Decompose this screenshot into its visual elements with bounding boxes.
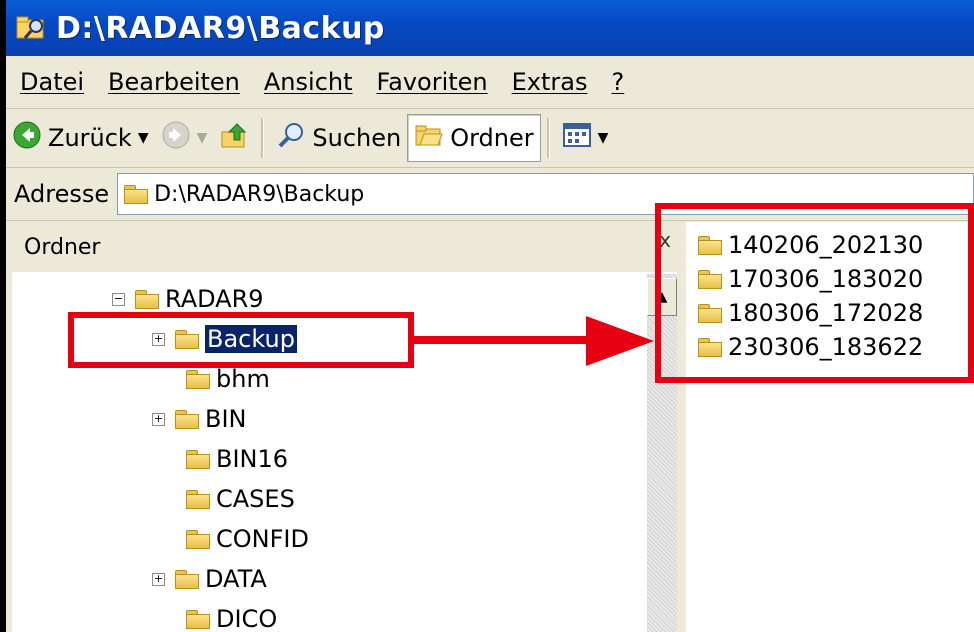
forward-button[interactable]: ▼ — [155, 115, 214, 161]
views-button[interactable]: ▼ — [556, 115, 615, 161]
tree-item-label: RADAR9 — [165, 285, 264, 313]
folder-icon — [175, 570, 199, 589]
search-label: Suchen — [312, 124, 402, 152]
folders-button[interactable]: Ordner — [407, 114, 541, 162]
highlight-box-backup — [68, 312, 414, 368]
toolbar-separator — [546, 118, 550, 158]
search-icon — [276, 120, 306, 156]
search-button[interactable]: Suchen — [270, 115, 407, 161]
window-title: D:\RADAR9\Backup — [56, 10, 385, 46]
expand-icon[interactable]: + — [152, 412, 165, 426]
folder-up-icon — [219, 120, 249, 156]
highlight-box-files — [655, 203, 974, 383]
folder-icon — [175, 410, 199, 429]
menu-bar: Datei Bearbeiten Ansicht Favoriten Extra… — [6, 56, 974, 109]
toolbar: Zurück ▼ ▼ Suchen Ordner ▼ — [6, 109, 974, 168]
folder-icon — [186, 370, 210, 389]
menu-favoriten[interactable]: Favoriten — [377, 68, 488, 96]
folder-icon — [186, 450, 210, 469]
tree-item-label: CASES — [216, 485, 295, 513]
tree-item-data[interactable]: + DATA — [152, 560, 267, 598]
back-arrow-icon — [12, 120, 42, 156]
arrow-right-icon — [586, 316, 654, 366]
forward-arrow-icon — [161, 120, 191, 156]
folders-label: Ordner — [450, 124, 534, 152]
explorer-window: D:\RADAR9\Backup Datei Bearbeiten Ansich… — [6, 0, 974, 632]
folder-icon — [124, 185, 149, 204]
folder-icon — [186, 530, 210, 549]
tree-item-cases[interactable]: CASES — [186, 480, 295, 518]
folder-icon — [186, 610, 210, 629]
expand-icon[interactable]: + — [152, 572, 165, 586]
folders-pane: Ordner x − RADAR9 + Backup bhm + BIN BIN… — [12, 222, 677, 632]
folders-pane-header: Ordner x — [12, 222, 677, 272]
menu-help[interactable]: ? — [612, 68, 625, 96]
up-button[interactable] — [213, 115, 255, 161]
menu-ansicht[interactable]: Ansicht — [264, 68, 353, 96]
tree-item-label: BIN16 — [216, 445, 289, 473]
views-dropdown-icon[interactable]: ▼ — [598, 130, 609, 146]
collapse-icon[interactable]: − — [112, 292, 125, 306]
folder-icon — [135, 290, 159, 309]
back-dropdown-icon[interactable]: ▼ — [138, 130, 149, 146]
tree-item-label: BIN — [205, 405, 247, 433]
tree-item-label: DATA — [205, 565, 267, 593]
tree-item-label: bhm — [216, 365, 270, 393]
folder-icon — [186, 490, 210, 509]
menu-datei[interactable]: Datei — [20, 68, 84, 96]
address-label: Adresse — [14, 180, 110, 208]
forward-dropdown-icon[interactable]: ▼ — [197, 130, 208, 146]
tree-item-label: CONFID — [216, 525, 309, 553]
address-value: D:\RADAR9\Backup — [154, 181, 365, 207]
title-bar[interactable]: D:\RADAR9\Backup — [6, 0, 974, 56]
tree-item-label: DICO — [216, 605, 278, 632]
back-label: Zurück — [48, 124, 132, 152]
highlight-arrow-shaft — [414, 336, 594, 344]
menu-extras[interactable]: Extras — [512, 68, 588, 96]
menu-bearbeiten[interactable]: Bearbeiten — [108, 68, 240, 96]
toolbar-separator — [261, 118, 265, 158]
tree-item-bin16[interactable]: BIN16 — [186, 440, 288, 478]
tree-item-bin[interactable]: + BIN — [152, 400, 247, 438]
tree-item-dico[interactable]: DICO — [186, 600, 277, 632]
folders-pane-title: Ordner — [24, 234, 101, 260]
tree-item-confid[interactable]: CONFID — [186, 520, 309, 558]
back-button[interactable]: Zurück ▼ — [6, 115, 155, 161]
folders-icon — [414, 120, 444, 156]
views-icon — [562, 120, 592, 156]
folder-explorer-icon — [14, 11, 48, 45]
